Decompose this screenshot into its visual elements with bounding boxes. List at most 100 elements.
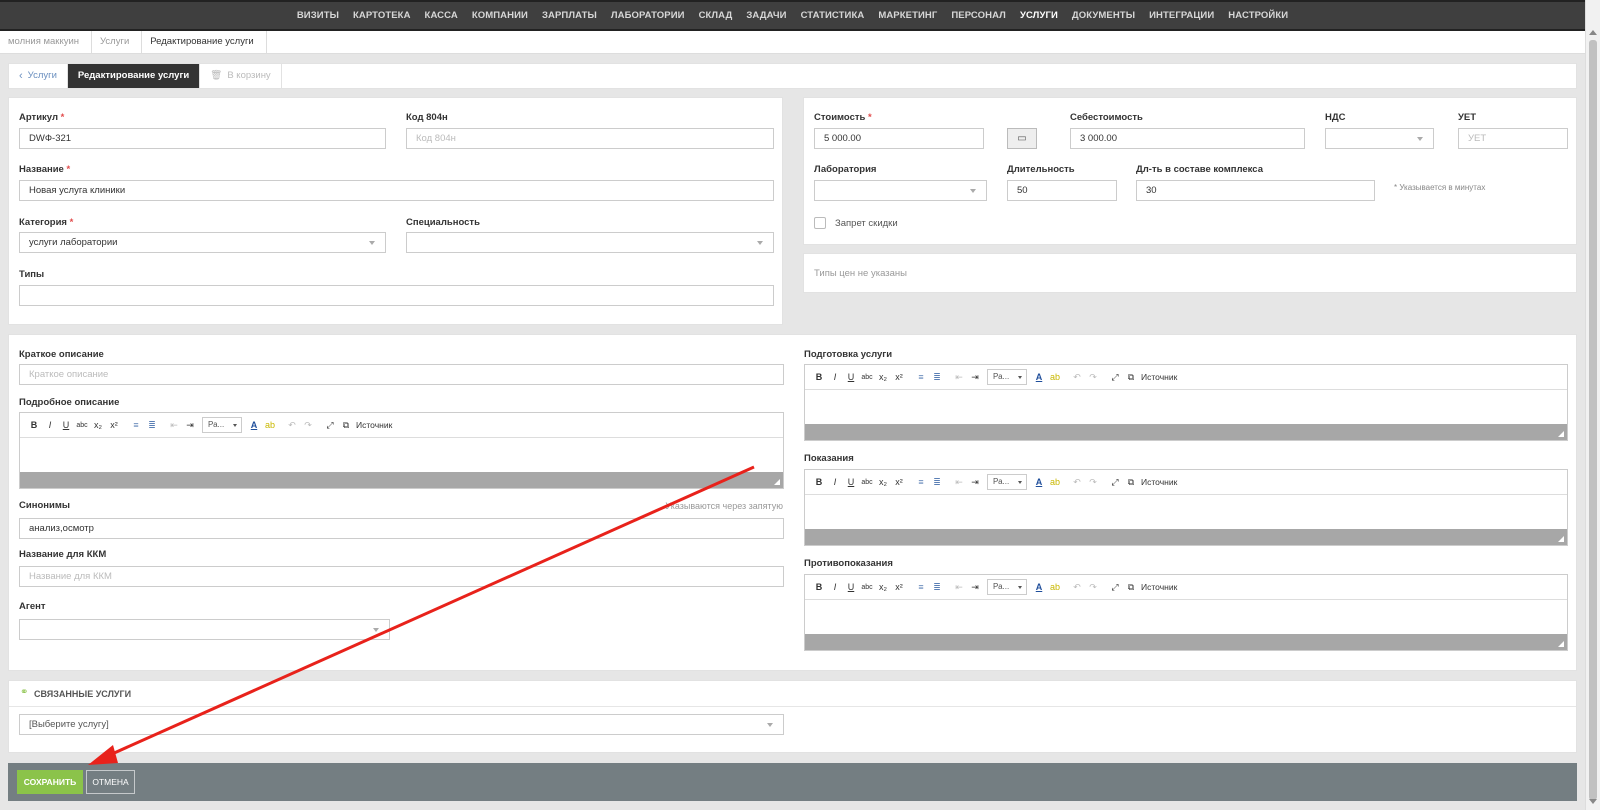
- fullscreen-icon[interactable]: ⤢: [1107, 582, 1123, 593]
- vat-select[interactable]: [1325, 128, 1434, 149]
- outdent-icon[interactable]: ⇤: [166, 420, 182, 431]
- nav-item-companies[interactable]: КОМПАНИИ: [465, 10, 535, 21]
- italic-icon[interactable]: I: [827, 372, 843, 382]
- underline-icon[interactable]: U: [843, 477, 859, 487]
- subscript-icon[interactable]: x₂: [875, 372, 891, 382]
- code804-input[interactable]: Код 804н: [406, 128, 774, 149]
- preparation-editor[interactable]: B I U abc x₂ x² ≡ ≣ ⇤ ⇥ Ра... A ab ↶ ↷ ⤢…: [804, 364, 1568, 441]
- editor-content[interactable]: [805, 495, 1567, 529]
- synonyms-input[interactable]: анализ,осмотр: [19, 518, 784, 539]
- bold-icon[interactable]: B: [26, 420, 42, 430]
- indications-editor[interactable]: B I U abc x₂ x² ≡ ≣ ⇤ ⇥ Ра... A ab ↶ ↷ ⤢…: [804, 469, 1568, 546]
- italic-icon[interactable]: I: [827, 477, 843, 487]
- agent-select[interactable]: [19, 619, 390, 640]
- editor-content[interactable]: [805, 390, 1567, 424]
- subscript-icon[interactable]: x₂: [875, 477, 891, 487]
- nav-item-statistics[interactable]: СТАТИСТИКА: [794, 10, 872, 21]
- highlight-icon[interactable]: ab: [262, 420, 278, 430]
- editor-resize-bar[interactable]: [805, 529, 1567, 545]
- nav-item-services[interactable]: УСЛУГИ: [1013, 10, 1065, 21]
- kkm-name-input[interactable]: Название для ККМ: [19, 566, 784, 587]
- no-discount-checkbox[interactable]: [814, 217, 826, 229]
- nav-item-documents[interactable]: ДОКУМЕНТЫ: [1065, 10, 1142, 21]
- nav-item-tasks[interactable]: ЗАДАЧИ: [739, 10, 793, 21]
- source-icon[interactable]: ⧉: [1123, 372, 1139, 383]
- source-button[interactable]: Источник: [1141, 582, 1177, 592]
- types-input[interactable]: [19, 285, 774, 306]
- laboratory-select[interactable]: [814, 180, 987, 201]
- tab-trash[interactable]: 🗑 В корзину: [200, 64, 282, 88]
- scroll-up-icon[interactable]: [1589, 30, 1597, 35]
- source-icon[interactable]: ⧉: [1123, 582, 1139, 593]
- font-size-select[interactable]: Ра...: [202, 417, 242, 433]
- highlight-icon[interactable]: ab: [1047, 477, 1063, 487]
- breadcrumb-clinic[interactable]: молния маккуин: [0, 31, 93, 53]
- font-size-select[interactable]: Ра...: [987, 369, 1027, 385]
- indent-icon[interactable]: ⇥: [967, 582, 983, 593]
- scrollbar-thumb[interactable]: [1589, 40, 1597, 800]
- undo-icon[interactable]: ↶: [1069, 372, 1085, 383]
- text-color-icon[interactable]: A: [1031, 477, 1047, 487]
- text-color-icon[interactable]: A: [1031, 582, 1047, 592]
- scroll-down-icon[interactable]: [1589, 799, 1597, 804]
- undo-icon[interactable]: ↶: [284, 420, 300, 431]
- bulleted-list-icon[interactable]: ≣: [929, 582, 945, 593]
- nav-item-integrations[interactable]: ИНТЕГРАЦИИ: [1142, 10, 1221, 21]
- undo-icon[interactable]: ↶: [1069, 477, 1085, 488]
- indent-icon[interactable]: ⇥: [182, 420, 198, 431]
- nav-item-marketing[interactable]: МАРКЕТИНГ: [871, 10, 944, 21]
- strikethrough-icon[interactable]: abc: [859, 584, 875, 591]
- outdent-icon[interactable]: ⇤: [951, 477, 967, 488]
- cancel-button[interactable]: ОТМЕНА: [86, 770, 135, 794]
- contraindications-editor[interactable]: B I U abc x₂ x² ≡ ≣ ⇤ ⇥ Ра... A ab ↶ ↷ ⤢…: [804, 574, 1568, 651]
- source-button[interactable]: Источник: [1141, 477, 1177, 487]
- short-desc-input[interactable]: Краткое описание: [19, 364, 784, 385]
- font-size-select[interactable]: Ра...: [987, 474, 1027, 490]
- tab-back-services[interactable]: ‹ Услуги: [9, 64, 68, 88]
- redo-icon[interactable]: ↷: [1085, 372, 1101, 383]
- fullscreen-icon[interactable]: ⤢: [1107, 372, 1123, 383]
- superscript-icon[interactable]: x²: [106, 420, 122, 430]
- subscript-icon[interactable]: x₂: [90, 420, 106, 430]
- price-calc-button[interactable]: ▭: [1007, 128, 1037, 149]
- duration-input[interactable]: 50: [1007, 180, 1117, 201]
- bold-icon[interactable]: B: [811, 477, 827, 487]
- fullscreen-icon[interactable]: ⤢: [322, 420, 338, 431]
- tab-edit-service[interactable]: Редактирование услуги: [67, 64, 201, 88]
- highlight-icon[interactable]: ab: [1047, 372, 1063, 382]
- breadcrumb-services[interactable]: Услуги: [92, 31, 143, 53]
- bulleted-list-icon[interactable]: ≣: [929, 477, 945, 488]
- bulleted-list-icon[interactable]: ≣: [144, 420, 160, 431]
- speciality-select[interactable]: [406, 232, 774, 253]
- nav-item-salaries[interactable]: ЗАРПЛАТЫ: [535, 10, 604, 21]
- save-button[interactable]: СОХРАНИТЬ: [17, 770, 83, 794]
- nav-item-warehouse[interactable]: СКЛАД: [692, 10, 740, 21]
- bulleted-list-icon[interactable]: ≣: [929, 372, 945, 383]
- editor-resize-bar[interactable]: [20, 472, 783, 488]
- subscript-icon[interactable]: x₂: [875, 582, 891, 592]
- font-size-select[interactable]: Ра...: [987, 579, 1027, 595]
- bold-icon[interactable]: B: [811, 372, 827, 382]
- undo-icon[interactable]: ↶: [1069, 582, 1085, 593]
- nav-item-visits[interactable]: ВИЗИТЫ: [290, 10, 346, 21]
- underline-icon[interactable]: U: [58, 420, 74, 430]
- full-desc-editor[interactable]: B I U abc x₂ x² ≡ ≣ ⇤ ⇥ Ра... A ab ↶ ↷ ⤢…: [19, 412, 784, 489]
- text-color-icon[interactable]: A: [1031, 372, 1047, 382]
- redo-icon[interactable]: ↷: [1085, 582, 1101, 593]
- nav-item-laboratories[interactable]: ЛАБОРАТОРИИ: [604, 10, 692, 21]
- nav-item-cards[interactable]: КАРТОТЕКА: [346, 10, 418, 21]
- bold-icon[interactable]: B: [811, 582, 827, 592]
- category-select[interactable]: услуги лаборатории: [19, 232, 386, 253]
- editor-content[interactable]: [20, 438, 783, 472]
- page-scrollbar[interactable]: [1585, 0, 1600, 810]
- italic-icon[interactable]: I: [42, 420, 58, 430]
- redo-icon[interactable]: ↷: [1085, 477, 1101, 488]
- uet-input[interactable]: УЕТ: [1458, 128, 1568, 149]
- article-input[interactable]: DWФ-321: [19, 128, 386, 149]
- outdent-icon[interactable]: ⇤: [951, 372, 967, 383]
- name-input[interactable]: Новая услуга клиники: [19, 180, 774, 201]
- numbered-list-icon[interactable]: ≡: [913, 582, 929, 592]
- indent-icon[interactable]: ⇥: [967, 477, 983, 488]
- editor-content[interactable]: [805, 600, 1567, 634]
- text-color-icon[interactable]: A: [246, 420, 262, 430]
